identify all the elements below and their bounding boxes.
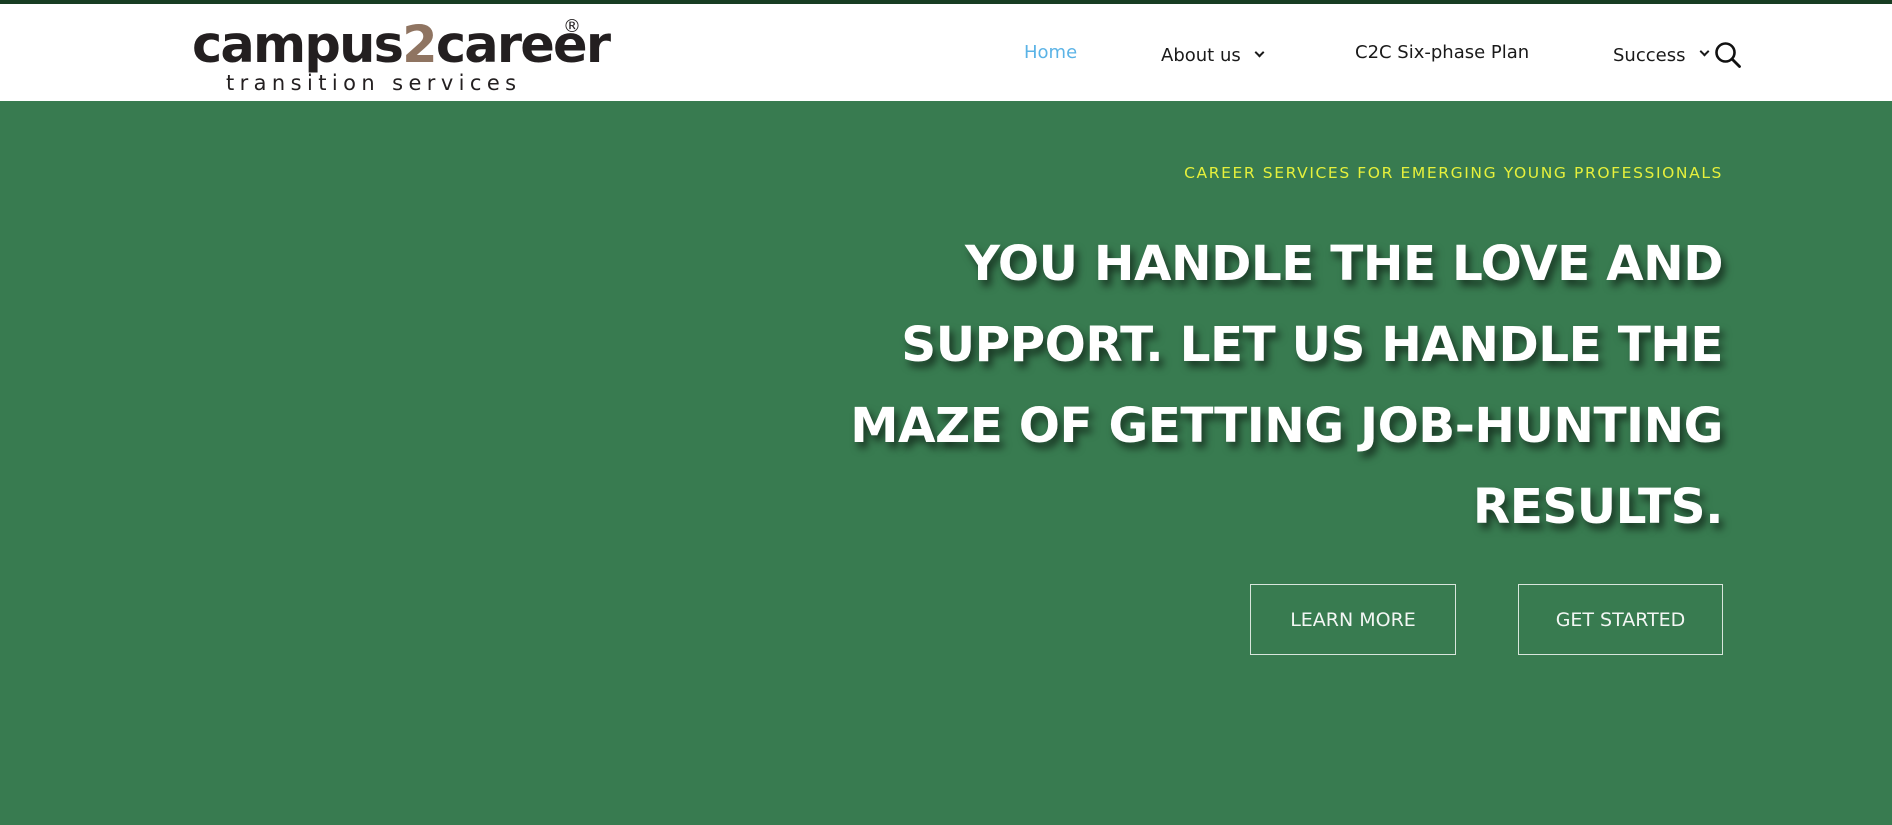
nav-item-about-us[interactable]: About us	[1161, 45, 1265, 66]
nav-item-success[interactable]: Success	[1613, 45, 1710, 66]
site-header: campus2career ® transition services Home…	[0, 4, 1892, 101]
nav-item-label: About us	[1161, 45, 1241, 66]
hero-headline: YOU HANDLE THE LOVE AND SUPPORT. LET US …	[843, 224, 1723, 548]
main-nav: Home About us C2C Six-phase Plan Success	[0, 4, 1892, 101]
headline-line: YOU HANDLE THE LOVE AND	[964, 236, 1724, 292]
nav-item-home[interactable]: Home	[1024, 42, 1077, 63]
hero-tagline: CAREER SERVICES FOR EMERGING YOUNG PROFE…	[1184, 164, 1723, 182]
chevron-down-icon	[1255, 47, 1265, 58]
headline-line: SUPPORT. LET US HANDLE THE	[901, 317, 1723, 373]
nav-item-label: C2C Six-phase Plan	[1355, 42, 1530, 63]
get-started-button[interactable]: GET STARTED	[1518, 584, 1723, 655]
learn-more-button[interactable]: LEARN MORE	[1250, 584, 1456, 655]
headline-line: MAZE OF GETTING JOB-HUNTING	[850, 398, 1723, 454]
nav-item-six-phase-plan[interactable]: C2C Six-phase Plan	[1355, 42, 1529, 63]
chevron-down-icon	[1699, 46, 1710, 57]
headline-line: RESULTS.	[1472, 479, 1724, 535]
search-icon[interactable]	[1714, 41, 1742, 69]
nav-item-label: Success	[1613, 45, 1686, 66]
nav-item-label: Home	[1024, 42, 1078, 63]
